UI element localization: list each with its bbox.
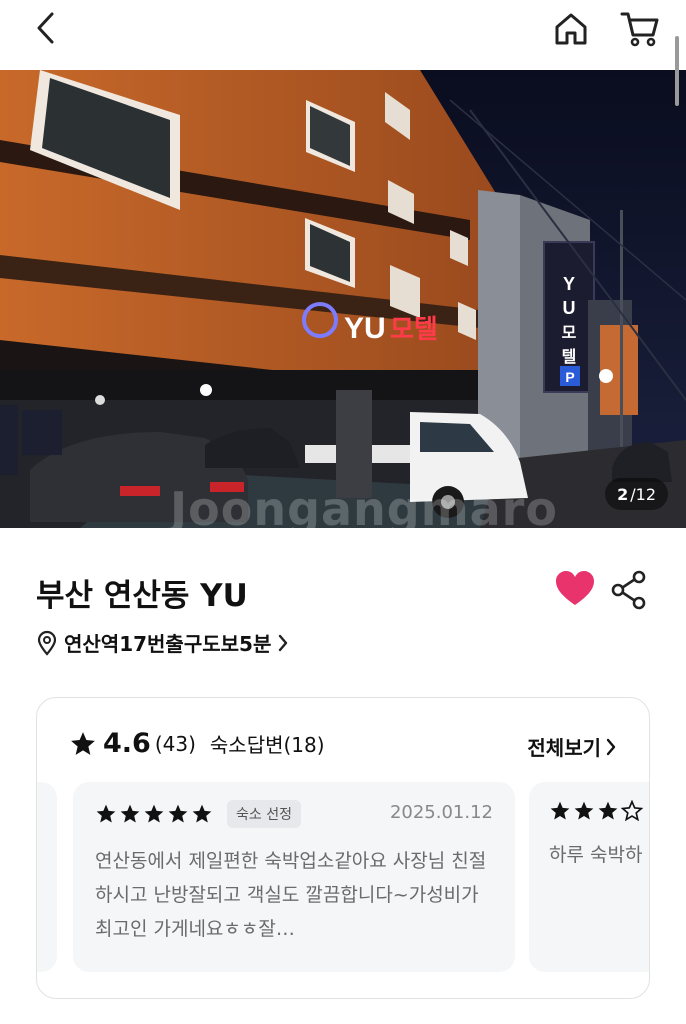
star-filled-icon <box>550 801 570 820</box>
host-reply-count: 숙소답변(18) <box>209 733 325 757</box>
svg-text:P: P <box>565 369 574 385</box>
star-filled-icon <box>120 804 140 823</box>
favorite-button[interactable] <box>554 570 596 608</box>
motel-photo: YU 모텔 Y U 모 텔 P <box>0 70 686 528</box>
svg-text:YU: YU <box>344 312 386 345</box>
star-filled-icon <box>96 804 116 823</box>
star-filled-icon <box>144 804 164 823</box>
star-filled-icon <box>192 804 212 823</box>
share-button[interactable] <box>610 570 648 610</box>
svg-text:U: U <box>563 298 576 318</box>
photo-counter: 2 /12 <box>605 478 668 510</box>
location-text: 연산역17번출구도보5분 <box>64 632 272 656</box>
home-icon <box>555 13 587 45</box>
location-pin-icon <box>37 630 57 656</box>
photo-counter-total: /12 <box>630 484 656 504</box>
cart-icon <box>620 12 659 47</box>
review-stars <box>549 800 649 822</box>
host-pick-badge: 숙소 선정 <box>227 800 301 828</box>
see-all-reviews-button[interactable]: 전체보기 <box>527 732 617 761</box>
photo-gallery[interactable]: YU 모텔 Y U 모 텔 P Joongangmaro 2 /12 <box>0 70 686 528</box>
property-title: 부산 연산동 YU <box>36 578 248 614</box>
see-all-label: 전체보기 <box>527 736 601 760</box>
review-card-previous[interactable] <box>37 782 57 972</box>
review-card[interactable]: 숙소 선정 2025.01.12 연산동에서 제일편한 숙박업소같아요 사장님 … <box>73 782 515 972</box>
star-icon <box>71 731 95 755</box>
chevron-left-icon <box>37 12 54 44</box>
svg-text:모: 모 <box>562 323 577 342</box>
review-card-next[interactable]: 하루 숙박하 <box>529 782 649 972</box>
svg-text:텔: 텔 <box>562 347 577 366</box>
star-empty-icon <box>621 800 643 822</box>
share-icon <box>611 570 646 610</box>
review-date: 2025.01.12 <box>389 802 493 823</box>
review-rating: 4.6 <box>103 728 151 759</box>
chevron-right-icon <box>279 634 288 651</box>
back-button[interactable] <box>26 8 66 48</box>
review-text: 연산동에서 제일편한 숙박업소같아요 사장님 친절하시고 난방잘되고 객실도 깔… <box>95 850 487 940</box>
star-filled-icon <box>574 801 594 820</box>
home-button[interactable] <box>550 8 592 50</box>
location-link[interactable]: 연산역17번출구도보5분 <box>36 628 289 657</box>
review-text: 하루 숙박하 <box>549 844 643 866</box>
photo-counter-current: 2 <box>617 484 629 504</box>
star-filled-icon <box>168 804 188 823</box>
review-summary-card: 4.6 (43) 숙소답변(18) 전체보기 숙소 선정 2025.01.12 … <box>36 697 650 999</box>
chevron-right-icon <box>606 738 616 755</box>
review-count: (43) <box>154 731 196 756</box>
svg-text:모텔: 모텔 <box>390 315 438 345</box>
heart-icon <box>556 571 594 605</box>
cart-button[interactable] <box>618 8 662 50</box>
star-filled-icon <box>598 801 618 820</box>
scrollbar[interactable] <box>675 36 679 106</box>
svg-text:Y: Y <box>563 274 575 294</box>
review-header: 4.6 (43) 숙소답변(18) <box>69 728 325 759</box>
top-bar <box>0 0 686 70</box>
